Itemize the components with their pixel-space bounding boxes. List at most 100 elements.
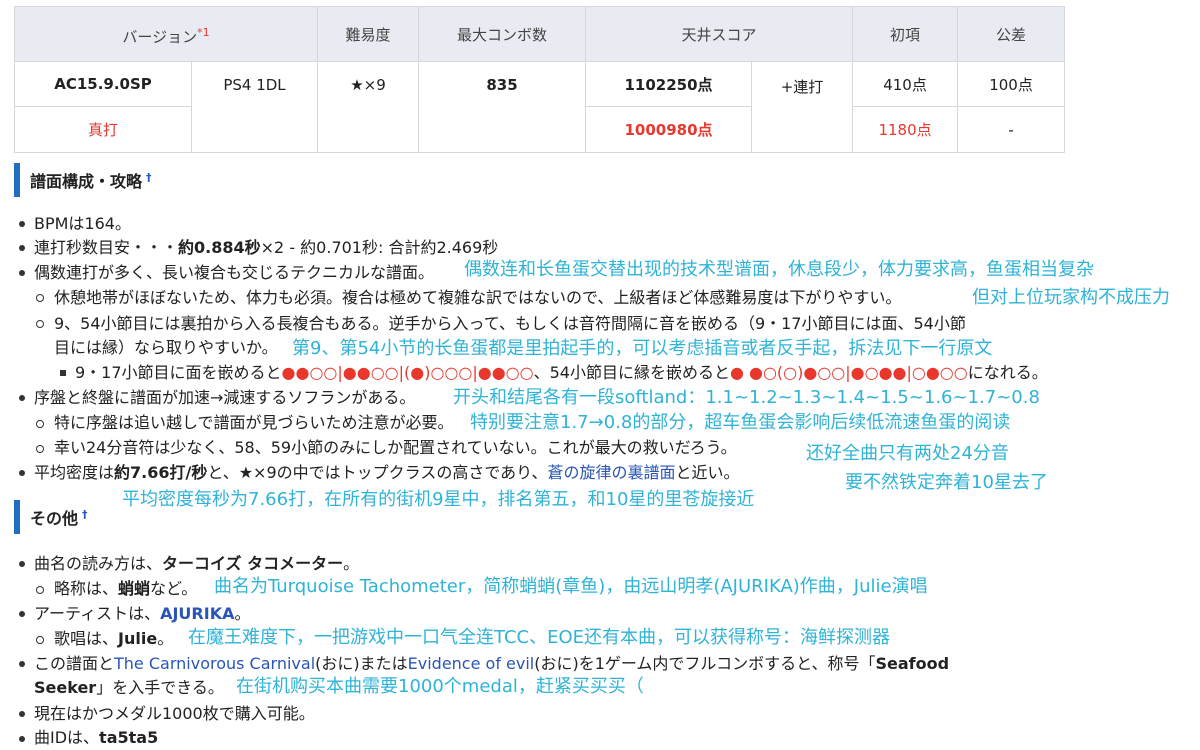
text-bold: Julie — [118, 629, 158, 648]
list-item: 序盤と終盤に譜面が加速→減速するソフランがある。 — [34, 388, 416, 407]
annotation-note: 平均密度每秒为7.66打，在所有的街机9星中，排名第五，和10星的里苍旋接近 — [122, 489, 755, 510]
annotation-note: 第9、第54小节的长鱼蛋都是里拍起手的，可以考虑插音或者反手起，拆法见下一行原文 — [292, 338, 993, 359]
cell-renda: +連打 — [751, 61, 854, 153]
text: 9・17小節目に面を嵌めると — [75, 363, 282, 382]
section-heading-strategy: 譜面構成・攻略 † — [14, 163, 152, 197]
cell-max-combo: 835 — [418, 61, 587, 153]
header-version: バージョン*1 — [13, 6, 319, 62]
cell-score: 1102250点 — [585, 61, 753, 107]
sub-bullet-icon — [36, 294, 44, 302]
note-pattern-rim: ● ●○(○)●○○|●○●●|○●○○ — [729, 363, 968, 382]
sub-bullet-icon — [36, 636, 44, 644]
text: 略称は、 — [54, 579, 119, 598]
section-title: 譜面構成・攻略 — [30, 172, 143, 191]
cell-initial: 410点 — [852, 61, 959, 107]
text: この譜面と — [34, 654, 115, 673]
table-header-row: バージョン*1 難易度 最大コンボ数 天井スコア 初項 公差 — [13, 6, 1066, 62]
annotation-note: 但对上位玩家构不成压力 — [972, 287, 1170, 308]
text: と近い。 — [675, 463, 740, 482]
text: 曲IDは、 — [34, 728, 100, 747]
cell-version: AC15.9.0SP — [14, 61, 192, 107]
text-bold: Seeker — [34, 678, 97, 697]
bullet-icon — [19, 270, 25, 276]
link-artist[interactable]: AJURIKA — [160, 604, 234, 623]
header-ceiling-score: 天井スコア — [585, 6, 854, 62]
list-item: 休憩地帯がほぼないため、体力も必須。複合は極めて複雑な訳ではないので、上級者ほど… — [54, 288, 902, 307]
bullet-icon — [19, 221, 25, 227]
header-difficulty: 難易度 — [317, 6, 420, 62]
text: など。 — [150, 579, 198, 598]
text: 平均密度は — [34, 463, 115, 482]
text-bold: 蛸蛸 — [118, 579, 151, 598]
text-bold: Seafood — [875, 654, 950, 673]
text-bold: ターコイズ タコメーター — [162, 554, 344, 573]
section-heading-other: その他 † — [14, 500, 88, 534]
annotation-note: 要不然铁定奔着10星去了 — [845, 472, 1048, 493]
text: 歌唱は、 — [54, 629, 119, 648]
link-carnivorous-carnival[interactable]: The Carnivorous Carnival — [114, 654, 315, 673]
header-initial: 初項 — [852, 6, 959, 62]
header-version-label: バージョン — [122, 27, 198, 46]
annotation-note: 偶数连和长鱼蛋交替出现的技术型谱面，休息段少，体力要求高，鱼蛋相当复杂 — [464, 259, 1094, 280]
text: 。 — [343, 554, 360, 573]
version-footnote-link[interactable]: *1 — [197, 26, 210, 39]
cell-version-shinuchi: 真打 — [14, 106, 192, 153]
text: (おに)を1ゲーム内でフルコンボすると、称号「 — [534, 654, 876, 673]
link-evidence-of-evil[interactable]: Evidence of evil — [408, 654, 535, 673]
text: 」を入手できる。 — [96, 678, 224, 697]
cell-difficulty: ★×9 — [317, 61, 420, 153]
text: と、★×9の中ではトップクラスの高さであり、 — [207, 463, 548, 482]
list-item: 現在はかつメダル1000枚で購入可能。 — [34, 704, 315, 723]
list-item-continuation: Seeker」を入手できる。 — [34, 677, 224, 699]
list-item: 平均密度は約7.66打/秒と、★×9の中ではトップクラスの高さであり、蒼の旋律の… — [34, 462, 740, 484]
chart-info-table: バージョン*1 難易度 最大コンボ数 天井スコア 初項 公差 AC15.9.0S… — [13, 6, 1066, 153]
annotation-note: 在魔王难度下，一把游戏中一口气全连TCC、EOE还有本曲，可以获得称号：海鲜探测… — [188, 627, 890, 648]
bullet-icon — [19, 395, 25, 401]
cell-platform: PS4 1DL — [190, 61, 319, 153]
table-row: AC15.9.0SP PS4 1DL ★×9 835 1102250点 +連打 … — [14, 61, 1066, 153]
annotation-note: 曲名为Turquoise Tachometer，简称蛸蛸(章鱼)，由远山明孝(A… — [214, 576, 928, 597]
list-item: 9・17小節目に面を嵌めると●●○○|●●○○|(●)○○○|●●○○、54小節… — [75, 362, 1048, 384]
section-anchor-link[interactable]: † — [146, 171, 152, 184]
sub-bullet-icon — [36, 420, 44, 428]
bullet-icon — [19, 470, 25, 476]
text: 、54小節目に縁を嵌めると — [533, 363, 730, 382]
text: 曲名の読み方は、 — [34, 554, 163, 573]
list-item: BPMは164。 — [34, 214, 131, 233]
list-item: この譜面とThe Carnivorous Carnival(おに)またはEvid… — [34, 653, 949, 675]
header-max-combo: 最大コンボ数 — [418, 6, 587, 62]
link-ao-no-senritsu[interactable]: 蒼の旋律の裏譜面 — [548, 463, 676, 482]
text: 連打秒数目安・・・ — [34, 238, 179, 257]
list-item: 9、54小節目には裏拍から入る長複合もある。逆手から入って、もしくは音符間隔に音… — [54, 314, 966, 333]
cell-diff-shinuchi: - — [957, 106, 1066, 153]
bullet-icon — [19, 661, 25, 667]
text: 。 — [234, 604, 251, 623]
text-bold: 約7.66打/秒 — [114, 463, 208, 482]
bullet-icon — [19, 611, 25, 617]
list-item-continuation: 目には縁）なら取りやすいか。 — [54, 338, 278, 357]
text-bold: ta5ta5 — [99, 728, 159, 747]
text: 。 — [157, 629, 174, 648]
section-anchor-link[interactable]: † — [82, 508, 88, 521]
list-item: アーティストは、AJURIKA。 — [34, 603, 251, 625]
sub-sub-bullet-icon — [60, 370, 66, 376]
text: ×2 - 約0.701秒: 合計約2.469秒 — [260, 238, 499, 257]
header-diff: 公差 — [957, 6, 1066, 62]
section-title: その他 — [30, 509, 79, 528]
list-item: 連打秒数目安・・・約0.884秒×2 - 約0.701秒: 合計約2.469秒 — [34, 237, 498, 259]
bullet-icon — [19, 561, 25, 567]
list-item: 幸い24分音符は少なく、58、59小節のみにしか配置されていない。これが最大の救… — [54, 438, 737, 457]
annotation-note: 还好全曲只有两处24分音 — [806, 443, 1009, 464]
text: になれる。 — [967, 363, 1048, 382]
bullet-icon — [19, 245, 25, 251]
list-item: 略称は、蛸蛸など。 — [54, 578, 197, 600]
annotation-note: 特别要注意1.7→0.8的部分，超车鱼蛋会影响后续低流速鱼蛋的阅读 — [470, 412, 1011, 433]
text: アーティストは、 — [34, 604, 161, 623]
note-pattern-face: ●●○○|●●○○|(●)○○○|●●○○ — [281, 363, 534, 382]
bullet-icon — [19, 711, 25, 717]
list-item: 歌唱は、Julie。 — [54, 628, 173, 650]
annotation-note: 开头和结尾各有一段softland：1.1~1.2~1.3~1.4~1.5~1.… — [453, 387, 1040, 408]
sub-bullet-icon — [36, 320, 44, 328]
list-item: 偶数連打が多く、長い複合も交じるテクニカルな譜面。 — [34, 263, 435, 282]
cell-diff: 100点 — [957, 61, 1066, 107]
